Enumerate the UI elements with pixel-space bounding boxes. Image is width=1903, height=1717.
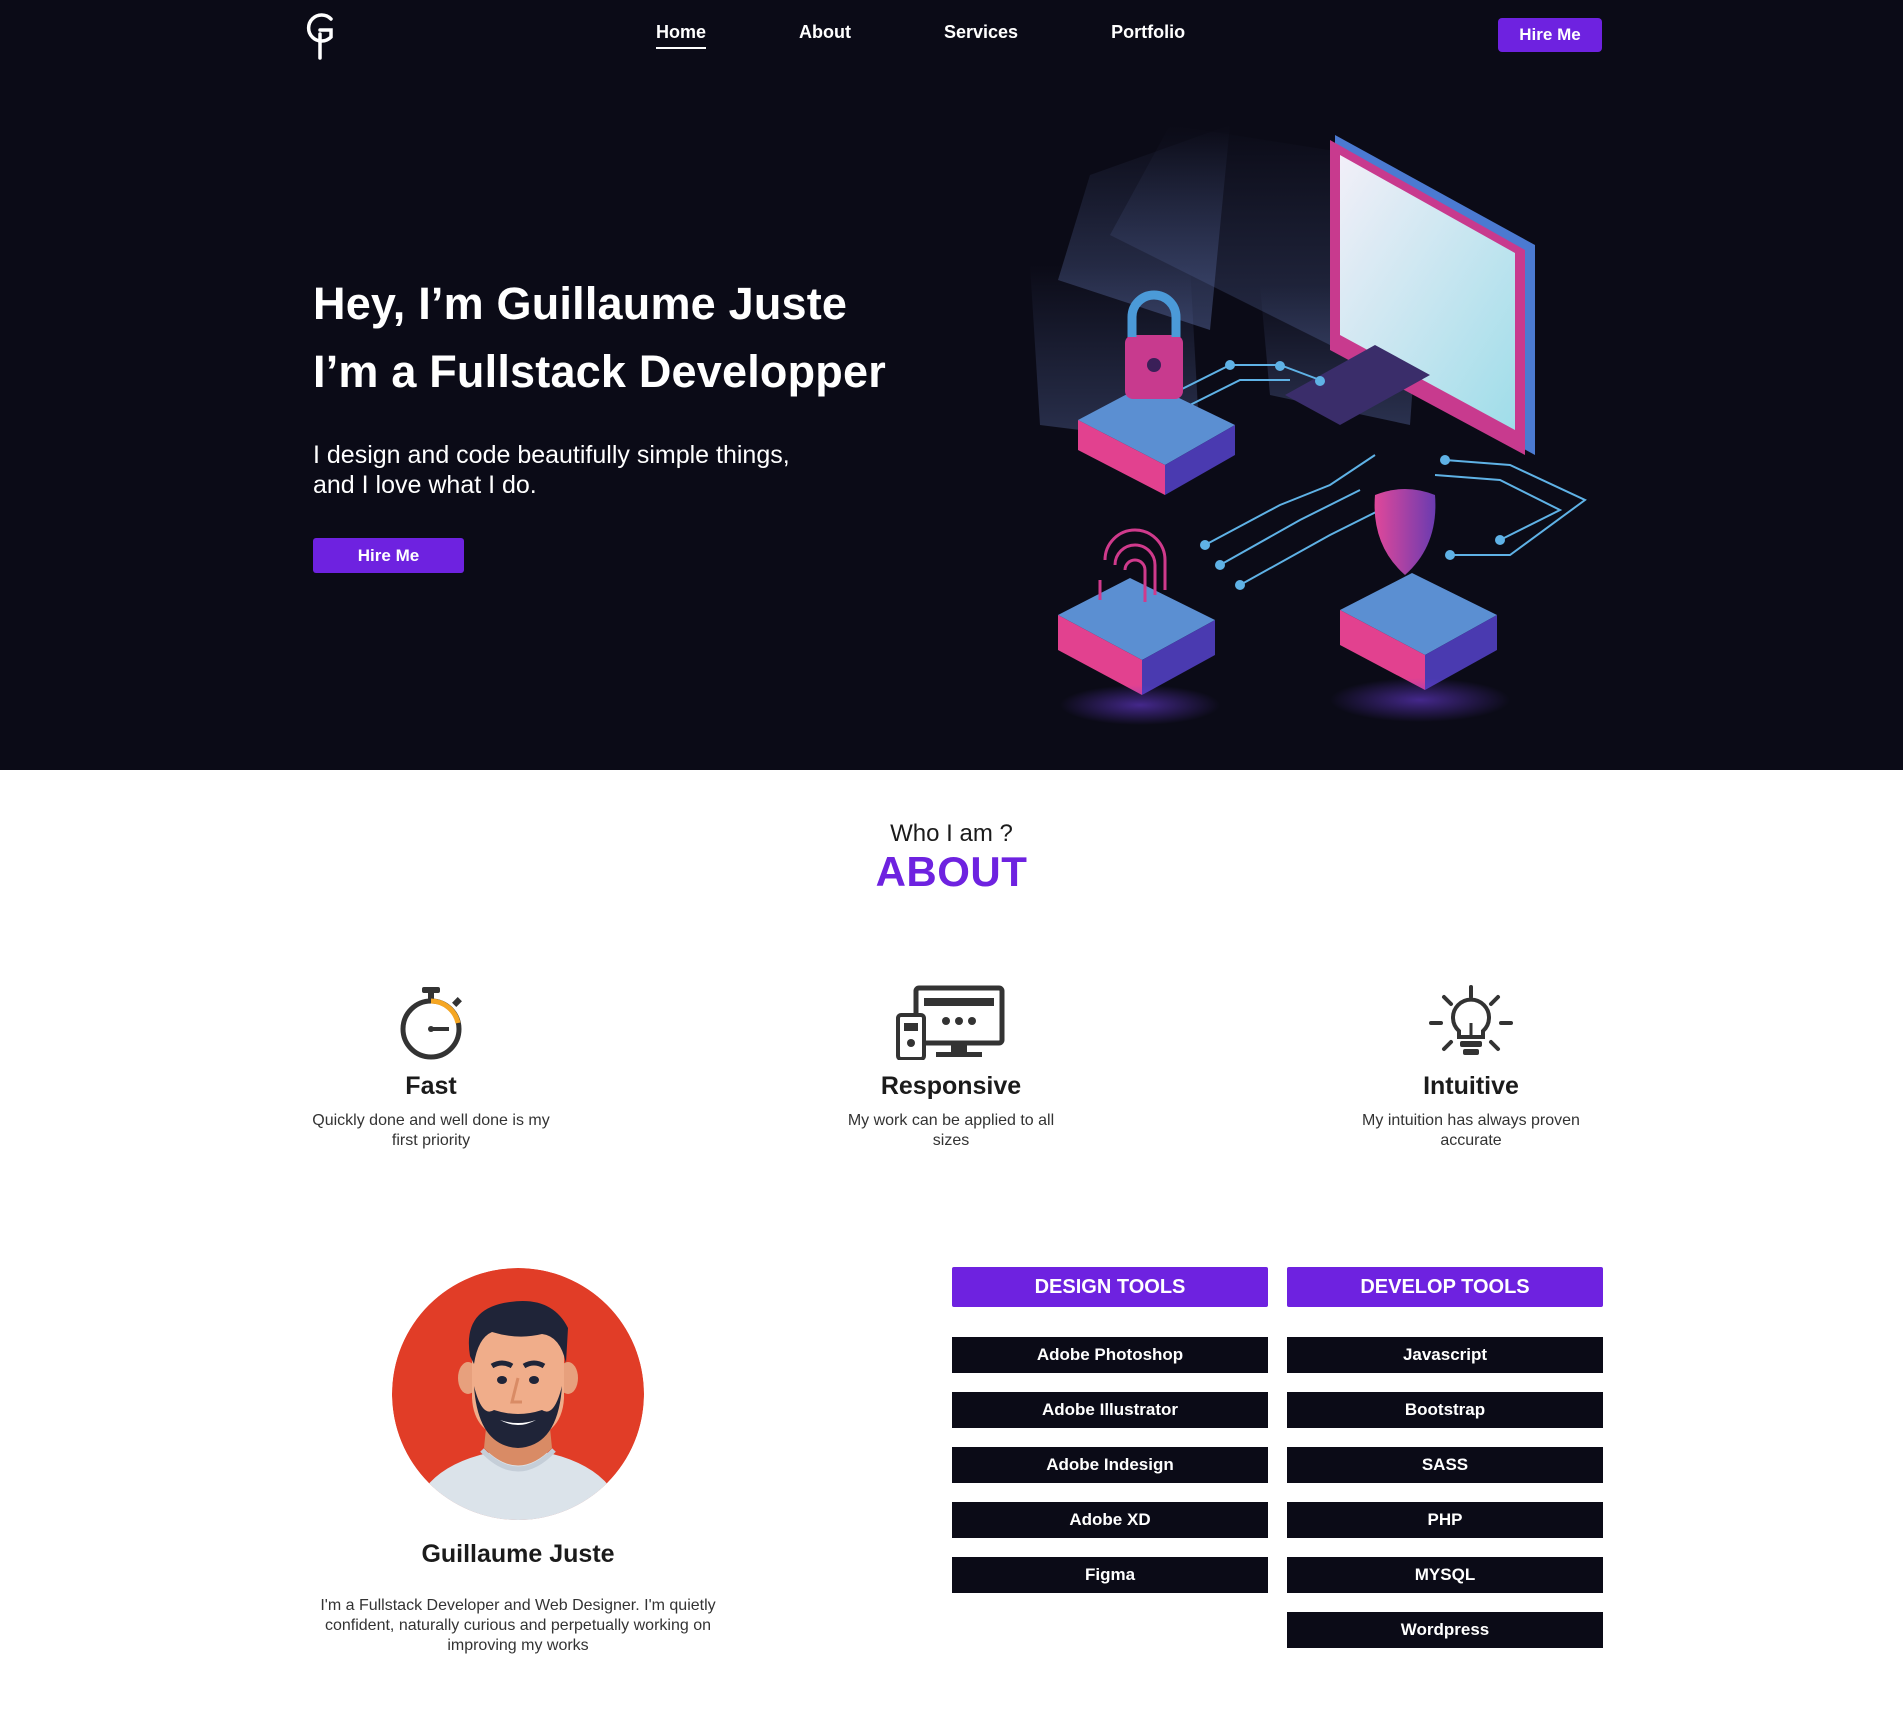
tool-item: Adobe Illustrator — [952, 1392, 1268, 1428]
g-logo-icon[interactable] — [300, 10, 340, 60]
nav-link-portfolio[interactable]: Portfolio — [1111, 22, 1185, 49]
isometric-security-illustration — [1030, 125, 1587, 725]
nav-hire-me-button[interactable]: Hire Me — [1498, 18, 1602, 52]
feature-fast: Fast Quickly done and well done is my fi… — [291, 985, 571, 1151]
devices-icon — [896, 985, 1005, 1060]
hero-subtitle-line1: I design and code beautifully simple thi… — [313, 441, 790, 469]
hero-title-line1: Hey, I’m Guillaume Juste — [313, 278, 848, 329]
hero-section: Home About Services Portfolio Hire Me He… — [0, 0, 1903, 770]
feature-responsive-title: Responsive — [880, 1072, 1022, 1100]
tool-item: Adobe Photoshop — [952, 1337, 1268, 1373]
about-kicker: Who I am ? — [890, 820, 1013, 847]
feature-fast-title: Fast — [405, 1072, 457, 1100]
about-title: ABOUT — [875, 848, 1028, 895]
nav-link-about[interactable]: About — [799, 22, 851, 49]
tool-item: Bootstrap — [1287, 1392, 1603, 1428]
develop-tools-column: DEVELOP TOOLS Javascript Bootstrap SASS … — [1287, 1267, 1603, 1667]
hero-title-line2: I’m a Fullstack Developper — [313, 346, 886, 397]
top-navbar: Home About Services Portfolio Hire Me — [0, 0, 1903, 70]
profile-bio: I'm a Fullstack Developer and Web Design… — [320, 1597, 716, 1654]
tool-item: MYSQL — [1287, 1557, 1603, 1593]
nav-link-services[interactable]: Services — [944, 22, 1018, 49]
design-tools-list: Adobe Photoshop Adobe Illustrator Adobe … — [952, 1337, 1268, 1593]
feature-fast-desc: Quickly done and well done is my first p… — [312, 1112, 550, 1149]
tool-item: PHP — [1287, 1502, 1603, 1538]
stopwatch-icon — [400, 987, 462, 1060]
hero-subtitle: I design and code beautifully simple thi… — [313, 440, 913, 500]
design-tools-column: DESIGN TOOLS Adobe Photoshop Adobe Illus… — [952, 1267, 1268, 1612]
hero-hire-me-button[interactable]: Hire Me — [313, 538, 464, 573]
tool-item: Wordpress — [1287, 1612, 1603, 1648]
profile-name: Guillaume Juste — [421, 1540, 615, 1568]
tool-item: Adobe Indesign — [952, 1447, 1268, 1483]
hero-subtitle-line2: and I love what I do. — [313, 471, 537, 499]
feature-responsive-desc: My work can be applied to all sizes — [847, 1112, 1055, 1149]
develop-tools-list: Javascript Bootstrap SASS PHP MYSQL Word… — [1287, 1337, 1603, 1648]
feature-intuitive-title: Intuitive — [1423, 1072, 1519, 1100]
tool-item: Figma — [952, 1557, 1268, 1593]
design-tools-header: DESIGN TOOLS — [952, 1267, 1268, 1307]
lightbulb-icon — [1429, 985, 1513, 1055]
develop-tools-header: DEVELOP TOOLS — [1287, 1267, 1603, 1307]
tool-item: Javascript — [1287, 1337, 1603, 1373]
feature-intuitive: Intuitive My intuition has always proven… — [1331, 985, 1611, 1151]
hero-title: Hey, I’m Guillaume Juste I’m a Fullstack… — [313, 270, 886, 406]
tool-item: Adobe XD — [952, 1502, 1268, 1538]
feature-intuitive-desc: My intuition has always proven accurate — [1362, 1112, 1580, 1149]
profile-avatar — [392, 1268, 644, 1520]
nav-link-home[interactable]: Home — [656, 22, 707, 49]
tool-item: SASS — [1287, 1447, 1603, 1483]
feature-responsive: Responsive My work can be applied to all… — [811, 985, 1091, 1151]
nav-links: Home About Services Portfolio — [656, 22, 1185, 49]
